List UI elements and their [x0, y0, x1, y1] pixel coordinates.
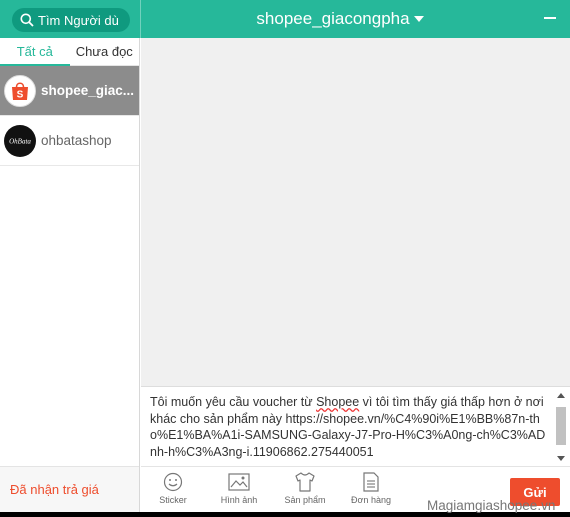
- avatar: S: [4, 74, 36, 107]
- ohbatashop-logo-icon: OhBata: [9, 137, 31, 145]
- sticker-label: Sticker: [159, 495, 187, 505]
- caret-down-icon: [413, 16, 424, 22]
- received-offers-link[interactable]: Đã nhận trả giá: [0, 466, 139, 512]
- smiley-icon: [163, 472, 183, 492]
- input-scrollbar[interactable]: [555, 393, 567, 465]
- message-input[interactable]: Tôi muốn yêu cầu voucher từ Shopee vì tô…: [141, 386, 570, 466]
- conversation-item-shopee[interactable]: S shopee_giac...: [0, 66, 139, 116]
- shop-selector[interactable]: shopee_giacongpha: [140, 0, 540, 38]
- conversation-item-ohbatashop[interactable]: OhBata ohbatashop: [0, 116, 139, 166]
- conversation-name: shopee_giac...: [41, 83, 135, 98]
- image-button[interactable]: Hình ảnh: [214, 471, 264, 505]
- scroll-up-icon[interactable]: [557, 393, 565, 398]
- search-button[interactable]: Tìm Người dù: [12, 8, 130, 32]
- sticker-button[interactable]: Sticker: [148, 471, 198, 505]
- message-area: [141, 38, 570, 386]
- shop-title: shopee_giacongpha: [256, 9, 410, 28]
- conversation-name: ohbatashop: [41, 133, 112, 148]
- avatar: OhBata: [4, 124, 36, 157]
- message-text-brand: Shopee: [316, 395, 360, 409]
- image-icon: [228, 473, 250, 491]
- shopee-logo-letter: S: [17, 89, 24, 100]
- image-label: Hình ảnh: [220, 495, 258, 505]
- search-icon: [20, 13, 34, 27]
- watermark-text: Magiamgiashopee.vn: [427, 498, 556, 513]
- message-input-text[interactable]: Tôi muốn yêu cầu voucher từ Shopee vì tô…: [150, 394, 550, 466]
- active-tab-indicator: [0, 64, 70, 66]
- tab-unread[interactable]: Chưa đọc: [70, 38, 140, 65]
- product-label: Sản phẩm: [284, 495, 326, 505]
- scroll-thumb[interactable]: [556, 407, 566, 445]
- received-offers-label: Đã nhận trả giá: [10, 482, 99, 497]
- product-button[interactable]: Sản phẩm: [280, 471, 330, 505]
- ohbatashop-logo-text: OhBata: [9, 137, 31, 145]
- shopee-logo-icon: S: [12, 81, 28, 100]
- tab-all[interactable]: Tất cả: [0, 38, 70, 65]
- conversation-panel: Tất cả Chưa đọc S shopee_giac... OhBata …: [0, 38, 140, 512]
- search-label: Tìm Người dù: [38, 12, 119, 28]
- order-label: Đơn hàng: [351, 495, 391, 505]
- conversation-tabs: Tất cả Chưa đọc: [0, 38, 139, 66]
- minimize-icon[interactable]: [544, 17, 556, 19]
- shirt-icon: [295, 472, 315, 492]
- chat-window: Tìm Người dù shopee_giacongpha Tất cả Ch…: [0, 0, 570, 512]
- scroll-down-icon[interactable]: [557, 456, 565, 461]
- document-icon: [363, 472, 379, 492]
- message-text-before: Tôi muốn yêu cầu voucher từ: [150, 395, 317, 409]
- order-button[interactable]: Đơn hàng: [346, 471, 396, 505]
- header-bar: Tìm Người dù shopee_giacongpha: [0, 0, 570, 38]
